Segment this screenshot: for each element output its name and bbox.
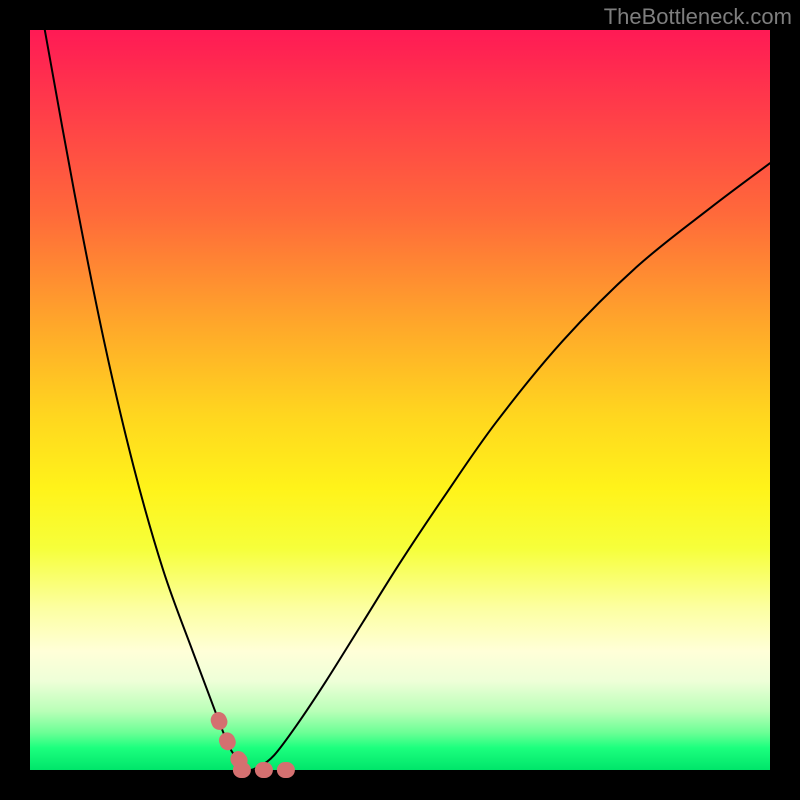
bottleneck-curve (45, 30, 770, 770)
optimal-range-overlay (219, 720, 289, 770)
chart-frame: TheBottleneck.com (0, 0, 800, 800)
curve-layer (30, 30, 770, 770)
watermark-text: TheBottleneck.com (604, 4, 792, 30)
